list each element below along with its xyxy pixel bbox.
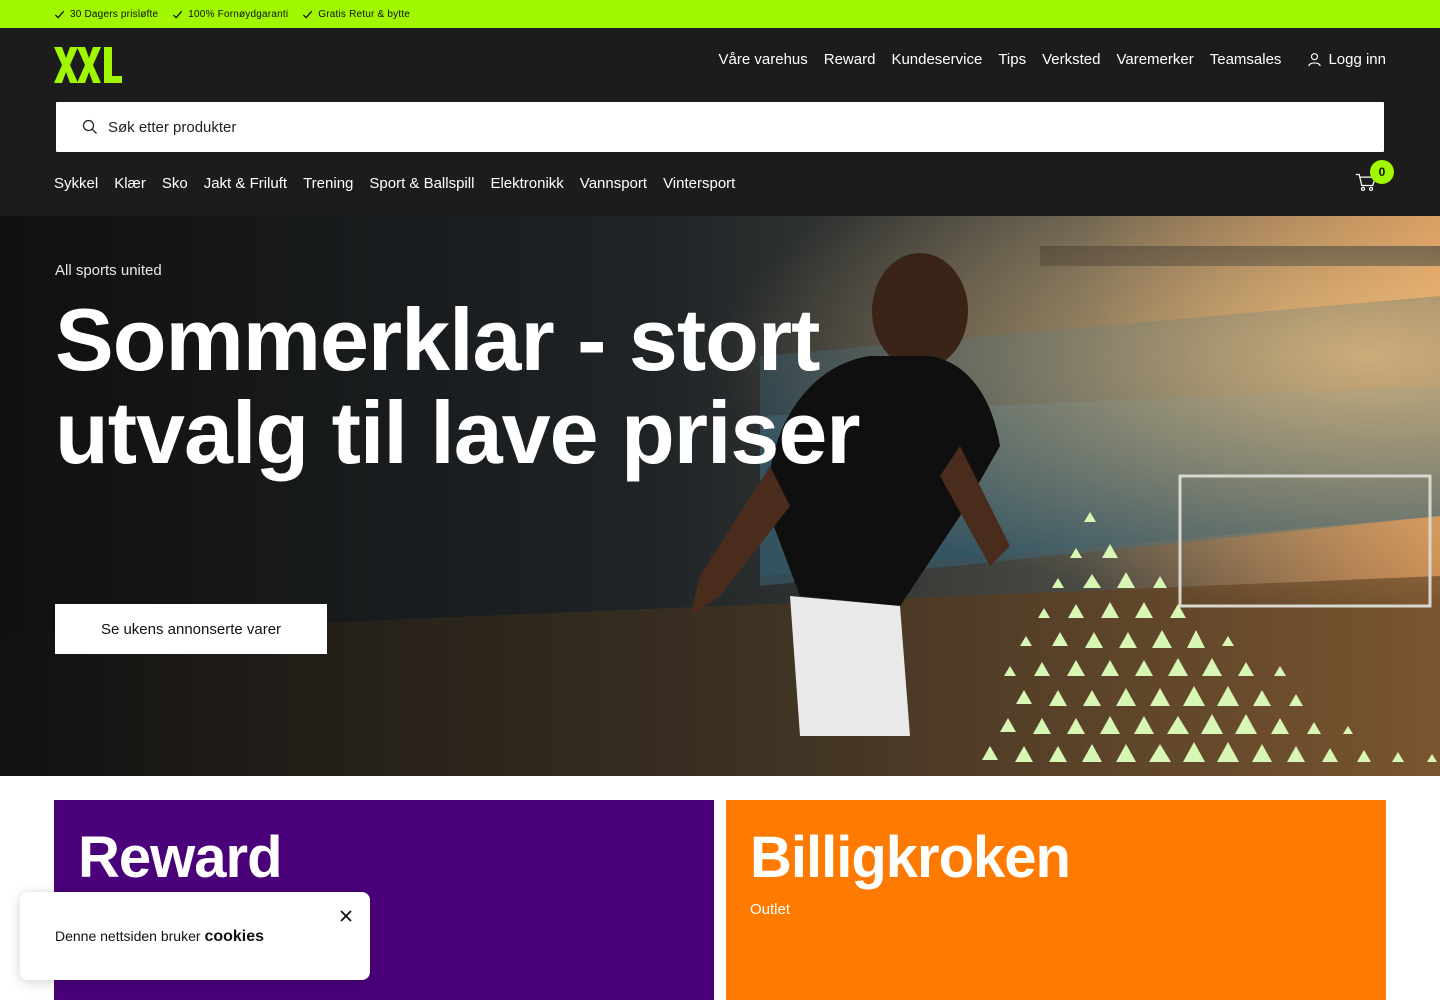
cookie-text: Denne nettsiden bruker cookies — [55, 928, 264, 946]
xxl-logo[interactable] — [54, 47, 124, 83]
hero-title: Sommerklar - stort utvalg til lave prise… — [55, 290, 861, 482]
tile-title: Reward — [78, 825, 283, 890]
hero-eyebrow: All sports united — [55, 262, 162, 279]
category-vannsport[interactable]: Vannsport — [580, 175, 647, 192]
top-nav: Våre varehus Reward Kundeservice Tips Ve… — [719, 48, 1386, 70]
cookie-banner: Denne nettsiden bruker cookies — [20, 892, 370, 980]
category-klaer[interactable]: Klær — [114, 175, 146, 192]
top-nav-link-verksted[interactable]: Verksted — [1042, 51, 1100, 68]
promo-item: 30 Dagers prisløfte — [54, 9, 158, 20]
category-sko[interactable]: Sko — [162, 175, 188, 192]
check-icon — [54, 10, 65, 19]
category-jakt-friluft[interactable]: Jakt & Friluft — [204, 175, 287, 192]
login-button[interactable]: Logg inn — [1307, 51, 1386, 68]
site-header: Våre varehus Reward Kundeservice Tips Ve… — [0, 28, 1440, 216]
top-nav-link-varemerker[interactable]: Varemerker — [1116, 51, 1193, 68]
login-label: Logg inn — [1328, 50, 1386, 68]
cookie-message: Denne nettsiden bruker — [55, 928, 201, 944]
cart-count-badge: 0 — [1370, 160, 1394, 184]
hero-text: All sports united Sommerklar - stort utv… — [55, 262, 875, 479]
promo-item: Gratis Retur & bytte — [302, 9, 410, 20]
search-input[interactable] — [108, 118, 1308, 136]
promo-item: 100% Fornøydgaranti — [172, 9, 288, 20]
close-icon — [340, 910, 352, 922]
hero-banner[interactable]: All sports united Sommerklar - stort utv… — [0, 216, 1440, 776]
promo-text: 100% Fornøydgaranti — [188, 8, 289, 20]
category-elektronikk[interactable]: Elektronikk — [490, 175, 563, 192]
category-vintersport[interactable]: Vintersport — [663, 175, 735, 192]
top-nav-link-kundeservice[interactable]: Kundeservice — [891, 51, 982, 68]
category-sykkel[interactable]: Sykkel — [54, 175, 98, 192]
search-icon — [82, 119, 97, 134]
check-icon — [303, 10, 313, 19]
tile-subtitle: Outlet — [750, 901, 791, 918]
hero-cta-button[interactable]: Se ukens annonserte varer — [55, 604, 327, 654]
check-icon — [173, 10, 183, 19]
tile-title: Billigkroken — [750, 825, 1071, 890]
top-nav-link-varehus[interactable]: Våre varehus — [719, 51, 808, 68]
category-sport-ballspill[interactable]: Sport & Ballspill — [369, 175, 474, 192]
cart-icon[interactable] — [1354, 8, 1380, 34]
top-nav-link-reward[interactable]: Reward — [824, 51, 876, 68]
promo-text: Gratis Retur & bytte — [318, 8, 411, 20]
cookie-close-button[interactable] — [338, 908, 354, 924]
category-nav: Sykkel Klær Sko Jakt & Friluft Trening S… — [54, 175, 735, 192]
category-trening[interactable]: Trening — [303, 175, 353, 192]
user-icon — [1308, 52, 1322, 66]
search-bar — [56, 102, 1384, 152]
billigkroken-tile[interactable]: Billigkroken Outlet — [726, 800, 1386, 1000]
promo-bar: 30 Dagers prisløfte 100% Fornøydgaranti … — [0, 0, 1440, 28]
top-nav-link-teamsales[interactable]: Teamsales — [1210, 51, 1282, 68]
top-nav-link-tips[interactable]: Tips — [998, 51, 1026, 68]
promo-text: 30 Dagers prisløfte — [70, 8, 159, 20]
cookie-link[interactable]: cookies — [204, 928, 264, 945]
